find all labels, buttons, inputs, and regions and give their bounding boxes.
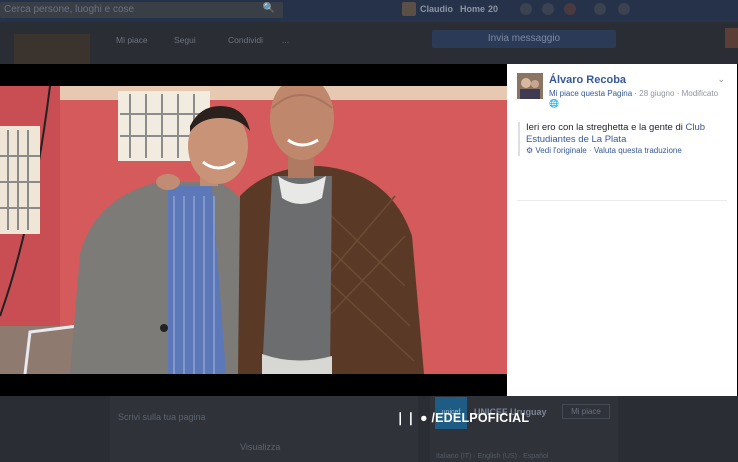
watermark-text: /EDELPOFICIAL [431, 411, 530, 425]
send-message-button[interactable]: Invia messaggio [432, 30, 616, 48]
see-more-link[interactable]: Visualizza [240, 442, 280, 452]
nav-home-count: 20 [488, 4, 499, 14]
search-placeholder: Cerca persone, luoghi e cose [4, 4, 135, 15]
gear-icon[interactable]: ⚙ [526, 146, 533, 155]
notifications-icon[interactable] [564, 3, 576, 15]
friends-icon[interactable] [520, 3, 532, 15]
user-avatar[interactable] [402, 2, 416, 16]
post-text: Ieri ero con la streghetta e la gente di… [526, 122, 726, 145]
chevron-down-icon[interactable]: ⌄ [717, 74, 725, 85]
panel-divider [517, 200, 727, 201]
post-meta: Mi piace questa Pagina · 28 giugno · Mod… [549, 89, 719, 98]
help-icon[interactable] [594, 3, 606, 15]
language-links[interactable]: Italiano (IT) · English (US) · Español [436, 453, 548, 460]
edited-label[interactable]: Modificato [682, 89, 718, 98]
right-rail-thumbnail [725, 28, 738, 48]
page-thumbnail [14, 34, 90, 64]
search-input[interactable]: Cerca persone, luoghi e cose 🔍 [0, 2, 283, 18]
like-page-button[interactable]: Mi piace [116, 35, 148, 45]
globe-icon: 🌐 [549, 99, 559, 108]
share-button[interactable]: Condividi [228, 35, 263, 45]
post-side-panel: Álvaro Recoba ⌄ Mi piace questa Pagina ·… [507, 64, 737, 396]
see-original-link[interactable]: Vedi l'originale [535, 146, 586, 155]
post-photo[interactable] [0, 86, 507, 437]
post-date[interactable]: 28 giugno [639, 89, 674, 98]
translation-links: ⚙ Vedi l'originale · Valuta questa tradu… [526, 146, 682, 155]
author-name[interactable]: Álvaro Recoba [549, 74, 626, 86]
post-text-main: Ieri ero con la streghetta e la gente di [526, 122, 686, 133]
like-page-link[interactable]: Mi piace questa Pagina [549, 89, 632, 98]
photo-watermark: ❘❘ ● /EDELPOFICIAL [395, 410, 529, 425]
rate-translation-link[interactable]: Valuta questa traduzione [594, 146, 682, 155]
page-action-bar: Mi piace Segui Condividi ... [110, 30, 296, 48]
author-avatar[interactable] [517, 73, 543, 99]
more-button[interactable]: ... [282, 35, 289, 45]
photo-image [0, 86, 507, 374]
messages-icon[interactable] [542, 3, 554, 15]
twitter-icon: ❘❘ ● [395, 411, 428, 425]
account-menu-icon[interactable] [618, 3, 630, 15]
suggested-page-like-button[interactable]: Mi piace [562, 404, 610, 419]
search-icon[interactable]: 🔍 [263, 3, 275, 14]
follow-button[interactable]: Segui [174, 35, 196, 45]
nav-user-name[interactable]: Claudio [420, 4, 453, 14]
top-navigation-bar: Cerca persone, luoghi e cose 🔍 Claudio H… [0, 0, 738, 22]
nav-home[interactable]: Home [460, 4, 485, 14]
translation-bar [518, 122, 520, 156]
